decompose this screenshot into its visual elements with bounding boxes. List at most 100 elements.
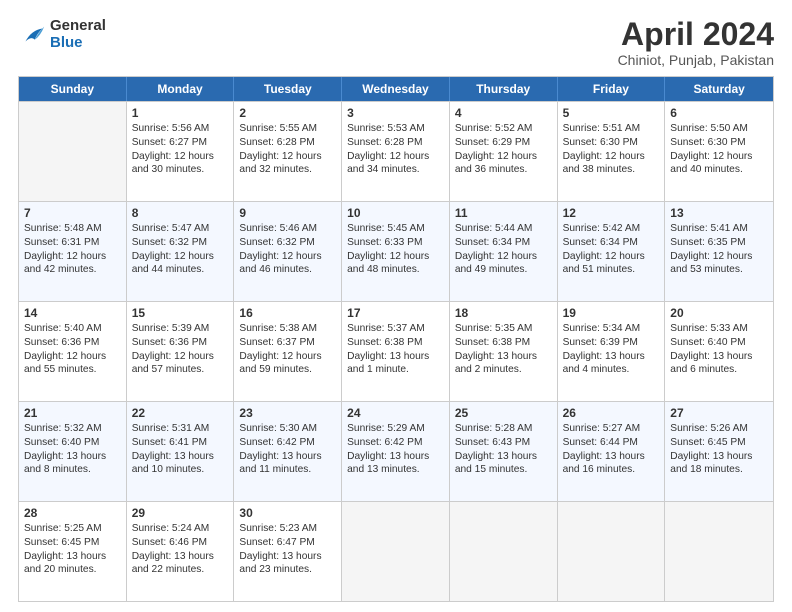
header-day-thursday: Thursday xyxy=(450,77,558,101)
day-info-line-4: and 53 minutes. xyxy=(670,263,768,277)
day-info-line-4: and 57 minutes. xyxy=(132,363,229,377)
day-info-line-4: and 4 minutes. xyxy=(563,363,660,377)
day-info-line-3: Daylight: 12 hours xyxy=(239,350,336,364)
header-day-tuesday: Tuesday xyxy=(234,77,342,101)
day-info-line-3: Daylight: 12 hours xyxy=(239,250,336,264)
day-info-line-1: Sunrise: 5:51 AM xyxy=(563,122,660,136)
logo-text: General Blue xyxy=(50,18,106,51)
day-info-line-3: Daylight: 12 hours xyxy=(24,350,121,364)
day-number-13: 13 xyxy=(670,205,768,221)
calendar-cell-empty xyxy=(19,102,127,201)
day-info-line-1: Sunrise: 5:42 AM xyxy=(563,222,660,236)
day-number-14: 14 xyxy=(24,305,121,321)
header-day-monday: Monday xyxy=(127,77,235,101)
day-info-line-3: Daylight: 13 hours xyxy=(24,550,121,564)
title-block: April 2024 Chiniot, Punjab, Pakistan xyxy=(618,18,774,68)
day-info-line-1: Sunrise: 5:28 AM xyxy=(455,422,552,436)
day-number-15: 15 xyxy=(132,305,229,321)
calendar-row-4: 21Sunrise: 5:32 AMSunset: 6:40 PMDayligh… xyxy=(19,401,773,501)
calendar-cell-day-12: 12Sunrise: 5:42 AMSunset: 6:34 PMDayligh… xyxy=(558,202,666,301)
calendar-cell-day-1: 1Sunrise: 5:56 AMSunset: 6:27 PMDaylight… xyxy=(127,102,235,201)
calendar-cell-day-30: 30Sunrise: 5:23 AMSunset: 6:47 PMDayligh… xyxy=(234,502,342,601)
calendar: SundayMondayTuesdayWednesdayThursdayFrid… xyxy=(18,76,774,602)
day-info-line-4: and 36 minutes. xyxy=(455,163,552,177)
header: General Blue April 2024 Chiniot, Punjab,… xyxy=(18,18,774,68)
day-info-line-3: Daylight: 12 hours xyxy=(455,150,552,164)
calendar-cell-empty xyxy=(558,502,666,601)
calendar-cell-empty xyxy=(450,502,558,601)
day-info-line-3: Daylight: 13 hours xyxy=(347,350,444,364)
day-info-line-1: Sunrise: 5:38 AM xyxy=(239,322,336,336)
calendar-row-1: 1Sunrise: 5:56 AMSunset: 6:27 PMDaylight… xyxy=(19,101,773,201)
day-info-line-2: Sunset: 6:34 PM xyxy=(563,236,660,250)
day-info-line-4: and 15 minutes. xyxy=(455,463,552,477)
day-info-line-4: and 40 minutes. xyxy=(670,163,768,177)
day-info-line-2: Sunset: 6:34 PM xyxy=(455,236,552,250)
calendar-cell-day-11: 11Sunrise: 5:44 AMSunset: 6:34 PMDayligh… xyxy=(450,202,558,301)
day-info-line-2: Sunset: 6:45 PM xyxy=(24,536,121,550)
day-info-line-2: Sunset: 6:42 PM xyxy=(239,436,336,450)
day-info-line-2: Sunset: 6:44 PM xyxy=(563,436,660,450)
day-info-line-3: Daylight: 13 hours xyxy=(24,450,121,464)
day-info-line-1: Sunrise: 5:46 AM xyxy=(239,222,336,236)
day-info-line-2: Sunset: 6:43 PM xyxy=(455,436,552,450)
day-info-line-1: Sunrise: 5:29 AM xyxy=(347,422,444,436)
day-info-line-4: and 8 minutes. xyxy=(24,463,121,477)
day-info-line-4: and 18 minutes. xyxy=(670,463,768,477)
day-info-line-1: Sunrise: 5:37 AM xyxy=(347,322,444,336)
day-info-line-2: Sunset: 6:40 PM xyxy=(670,336,768,350)
day-info-line-2: Sunset: 6:32 PM xyxy=(239,236,336,250)
day-info-line-3: Daylight: 12 hours xyxy=(670,250,768,264)
day-info-line-2: Sunset: 6:42 PM xyxy=(347,436,444,450)
day-info-line-4: and 2 minutes. xyxy=(455,363,552,377)
calendar-cell-day-13: 13Sunrise: 5:41 AMSunset: 6:35 PMDayligh… xyxy=(665,202,773,301)
day-number-28: 28 xyxy=(24,505,121,521)
calendar-row-3: 14Sunrise: 5:40 AMSunset: 6:36 PMDayligh… xyxy=(19,301,773,401)
main-title: April 2024 xyxy=(618,18,774,50)
day-number-18: 18 xyxy=(455,305,552,321)
day-info-line-4: and 30 minutes. xyxy=(132,163,229,177)
day-info-line-1: Sunrise: 5:27 AM xyxy=(563,422,660,436)
day-info-line-3: Daylight: 13 hours xyxy=(670,450,768,464)
day-info-line-1: Sunrise: 5:26 AM xyxy=(670,422,768,436)
day-info-line-1: Sunrise: 5:45 AM xyxy=(347,222,444,236)
day-info-line-1: Sunrise: 5:31 AM xyxy=(132,422,229,436)
calendar-cell-day-15: 15Sunrise: 5:39 AMSunset: 6:36 PMDayligh… xyxy=(127,302,235,401)
day-info-line-3: Daylight: 12 hours xyxy=(563,250,660,264)
day-info-line-3: Daylight: 12 hours xyxy=(670,150,768,164)
day-info-line-1: Sunrise: 5:55 AM xyxy=(239,122,336,136)
calendar-body: 1Sunrise: 5:56 AMSunset: 6:27 PMDaylight… xyxy=(19,101,773,601)
day-info-line-4: and 59 minutes. xyxy=(239,363,336,377)
calendar-cell-day-24: 24Sunrise: 5:29 AMSunset: 6:42 PMDayligh… xyxy=(342,402,450,501)
day-info-line-2: Sunset: 6:29 PM xyxy=(455,136,552,150)
day-info-line-2: Sunset: 6:32 PM xyxy=(132,236,229,250)
calendar-cell-day-29: 29Sunrise: 5:24 AMSunset: 6:46 PMDayligh… xyxy=(127,502,235,601)
day-number-29: 29 xyxy=(132,505,229,521)
day-number-10: 10 xyxy=(347,205,444,221)
day-info-line-1: Sunrise: 5:47 AM xyxy=(132,222,229,236)
day-number-5: 5 xyxy=(563,105,660,121)
day-info-line-1: Sunrise: 5:52 AM xyxy=(455,122,552,136)
day-info-line-2: Sunset: 6:39 PM xyxy=(563,336,660,350)
day-info-line-3: Daylight: 13 hours xyxy=(455,350,552,364)
day-info-line-3: Daylight: 13 hours xyxy=(670,350,768,364)
subtitle: Chiniot, Punjab, Pakistan xyxy=(618,52,774,68)
day-info-line-2: Sunset: 6:30 PM xyxy=(670,136,768,150)
day-info-line-4: and 55 minutes. xyxy=(24,363,121,377)
day-info-line-3: Daylight: 13 hours xyxy=(132,550,229,564)
day-info-line-3: Daylight: 12 hours xyxy=(347,150,444,164)
calendar-cell-day-17: 17Sunrise: 5:37 AMSunset: 6:38 PMDayligh… xyxy=(342,302,450,401)
logo: General Blue xyxy=(18,18,106,51)
calendar-cell-day-3: 3Sunrise: 5:53 AMSunset: 6:28 PMDaylight… xyxy=(342,102,450,201)
day-number-21: 21 xyxy=(24,405,121,421)
day-number-6: 6 xyxy=(670,105,768,121)
day-info-line-1: Sunrise: 5:30 AM xyxy=(239,422,336,436)
logo-general: General xyxy=(50,18,106,35)
calendar-cell-day-5: 5Sunrise: 5:51 AMSunset: 6:30 PMDaylight… xyxy=(558,102,666,201)
calendar-cell-day-2: 2Sunrise: 5:55 AMSunset: 6:28 PMDaylight… xyxy=(234,102,342,201)
day-info-line-4: and 44 minutes. xyxy=(132,263,229,277)
calendar-cell-day-22: 22Sunrise: 5:31 AMSunset: 6:41 PMDayligh… xyxy=(127,402,235,501)
calendar-cell-empty xyxy=(665,502,773,601)
calendar-cell-day-19: 19Sunrise: 5:34 AMSunset: 6:39 PMDayligh… xyxy=(558,302,666,401)
calendar-cell-day-21: 21Sunrise: 5:32 AMSunset: 6:40 PMDayligh… xyxy=(19,402,127,501)
